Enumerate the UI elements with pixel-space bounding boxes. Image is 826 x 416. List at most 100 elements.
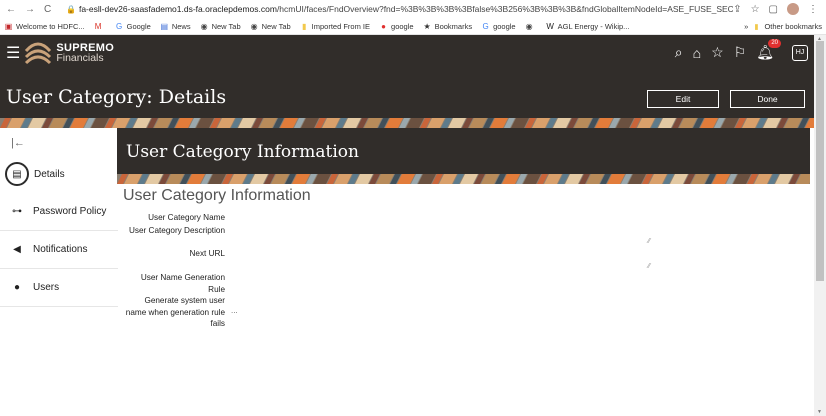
side-panel-icon[interactable]: ▢ [769, 4, 778, 15]
bookmark-item[interactable]: ◉ New Tab [250, 22, 291, 31]
bookmark-label: New Tab [261, 21, 291, 31]
field-label-user-category-name: User Category Name [148, 213, 225, 222]
notifications-bell-icon[interactable]: 🔔︎ 20 [756, 39, 781, 61]
header-decorative-stripe [0, 118, 814, 128]
bookmark-label: Imported From IE [311, 21, 371, 31]
bookmark-item[interactable]: ◉ [525, 22, 537, 31]
collapse-panel-icon[interactable]: |← [11, 137, 25, 149]
sidebar-item-users[interactable]: ● Users [0, 269, 118, 307]
user-icon: ● [13, 282, 21, 293]
banner-decorative-stripe [117, 174, 810, 184]
bookmarks-overflow-icon[interactable]: » [744, 22, 748, 31]
bookmark-label: News [171, 21, 191, 31]
browser-tools: ⇪ ☆ ▢ ⋮ [733, 3, 826, 15]
sidebar-item-label: Password Policy [33, 206, 107, 217]
generate-system-user-name-value: ... [231, 306, 238, 315]
url-field[interactable]: fa-esll-dev26-saasfademo1.ds-fa.oraclepd… [79, 4, 733, 14]
field-label-user-name-generation-rule: User Name Generation Rule [140, 273, 225, 294]
folder-icon: ▮ [301, 21, 307, 31]
google-icon: G [482, 21, 489, 31]
google-icon: G [116, 21, 123, 31]
hamburger-menu-icon[interactable]: ☰ [6, 43, 20, 63]
flag-icon[interactable]: ⚐ [734, 44, 747, 61]
bookmark-item[interactable]: M [94, 22, 106, 31]
hdfc-icon: ▣ [4, 21, 13, 31]
brand-text: SUPREMO Financials [56, 43, 114, 64]
bookmark-item[interactable]: ▮ Imported From IE [300, 22, 370, 31]
details-icon: ▤ [5, 162, 29, 186]
profile-avatar[interactable] [787, 3, 799, 15]
bookmark-item[interactable]: ★ Bookmarks [423, 21, 473, 31]
field-label-user-category-description: User Category Description [128, 226, 225, 235]
google-red-icon: ● [381, 21, 386, 31]
megaphone-icon: ◀ [13, 244, 21, 255]
back-icon[interactable]: ← [6, 4, 16, 15]
sidebar: ▤ Details ⊶ Password Policy ◀ Notificati… [0, 155, 118, 307]
scroll-thumb[interactable] [816, 41, 824, 281]
favorites-star-icon[interactable]: ☆ [711, 44, 724, 61]
forward-icon[interactable]: → [25, 4, 35, 15]
sidebar-item-label: Users [33, 282, 60, 293]
description-resize-handle-icon[interactable]: ⁄⁄ [648, 238, 650, 245]
star-bookmark-icon[interactable]: ☆ [751, 4, 760, 15]
wikipedia-icon: W [546, 21, 554, 31]
section-heading: User Category Information [123, 187, 311, 204]
notification-count-badge: 20 [768, 39, 781, 48]
bookmarks-bar: ▣ Welcome to HDFC... M G Google ▤ News ◉ New Tab… [0, 18, 826, 35]
sidebar-item-password-policy[interactable]: ⊶ Password Policy [0, 193, 118, 231]
bookmark-item[interactable]: Ggoogle [481, 21, 516, 31]
bookmarks-right: » ▮ Other bookmarks [744, 22, 826, 31]
brand: ☰ SUPREMO Financials [6, 39, 114, 67]
bookmark-item[interactable]: ● google [379, 21, 414, 31]
bookmark-item[interactable]: W AGL Energy - Wikip... [546, 21, 630, 31]
banner-title: User Category Information [126, 142, 359, 162]
vertical-scrollbar[interactable]: ▲ ▼ [814, 35, 826, 416]
user-avatar[interactable]: HJ [792, 44, 808, 61]
url-host: fa-esll-dev26-saasfademo1.ds-fa.oraclepd… [78, 4, 277, 14]
browser-nav: ← → C [0, 4, 66, 15]
scroll-down-icon[interactable]: ▼ [817, 409, 822, 415]
bookmark-label: google [391, 21, 414, 31]
bookmark-label: Bookmarks [434, 21, 473, 31]
browser-address-bar: ← → C 🔒 fa-esll-dev26-saasfademo1.ds-fa.… [0, 0, 826, 18]
star-icon: ★ [423, 21, 431, 31]
brand-subtitle: Financials [56, 52, 104, 64]
field-label-generate-system-user-name: Generate system user name when generatio… [125, 296, 225, 328]
done-button[interactable]: Done [730, 90, 805, 108]
globe-icon: ◉ [200, 21, 208, 31]
menu-kebab-icon[interactable]: ⋮ [808, 4, 818, 15]
reload-icon[interactable]: C [44, 4, 51, 15]
lock-icon[interactable]: 🔒 [66, 5, 76, 14]
screen: { "browser": { "nav_icons": ["←", "→", "… [0, 0, 826, 416]
bookmark-item[interactable]: ▤ News [160, 22, 191, 31]
bookmark-item[interactable]: ▣ Welcome to HDFC... [4, 22, 85, 31]
other-bookmarks-link[interactable]: Other bookmarks [764, 22, 822, 31]
news-icon: ▤ [160, 21, 169, 31]
globe-icon: ◉ [525, 21, 533, 31]
search-icon[interactable]: ⌕ [675, 44, 683, 61]
edit-button[interactable]: Edit [647, 90, 719, 108]
sidebar-item-details[interactable]: ▤ Details [0, 155, 118, 193]
sidebar-item-label: Details [34, 168, 65, 180]
section-banner: User Category Information [117, 128, 810, 174]
globe-icon: ◉ [250, 21, 258, 31]
other-bookmarks-folder-icon: ▮ [754, 21, 759, 31]
home-icon[interactable]: ⌂ [693, 45, 701, 61]
share-icon[interactable]: ⇪ [733, 4, 741, 15]
page-title: User Category: Details [6, 86, 227, 108]
gmail-icon: M [94, 21, 102, 31]
header-icons: ⌕ ⌂ ☆ ⚐ 🔔︎ 20 HJ [675, 39, 814, 61]
bookmark-label: Google [126, 21, 151, 31]
sidebar-item-notifications[interactable]: ◀ Notifications [0, 231, 118, 269]
next-url-resize-handle-icon[interactable]: ⁄⁄ [648, 263, 650, 270]
bookmark-item[interactable]: ◉ New Tab [200, 22, 241, 31]
bookmark-label: AGL Energy - Wikip... [557, 21, 630, 31]
bookmark-label: New Tab [211, 21, 241, 31]
bookmark-label: google [493, 21, 516, 31]
bookmark-item[interactable]: G Google [115, 22, 151, 31]
sidebar-item-label: Notifications [33, 244, 88, 255]
supremo-logo-icon[interactable] [22, 39, 54, 67]
url-path: /hcmUI/faces/FndOverview?fnd=%3B%3B%3B%3… [276, 4, 734, 14]
app-header: ☰ SUPREMO Financials ⌕ ⌂ ☆ ⚐ 🔔︎ 20 HJ Use… [0, 35, 814, 118]
field-label-next-url: Next URL [189, 249, 226, 258]
